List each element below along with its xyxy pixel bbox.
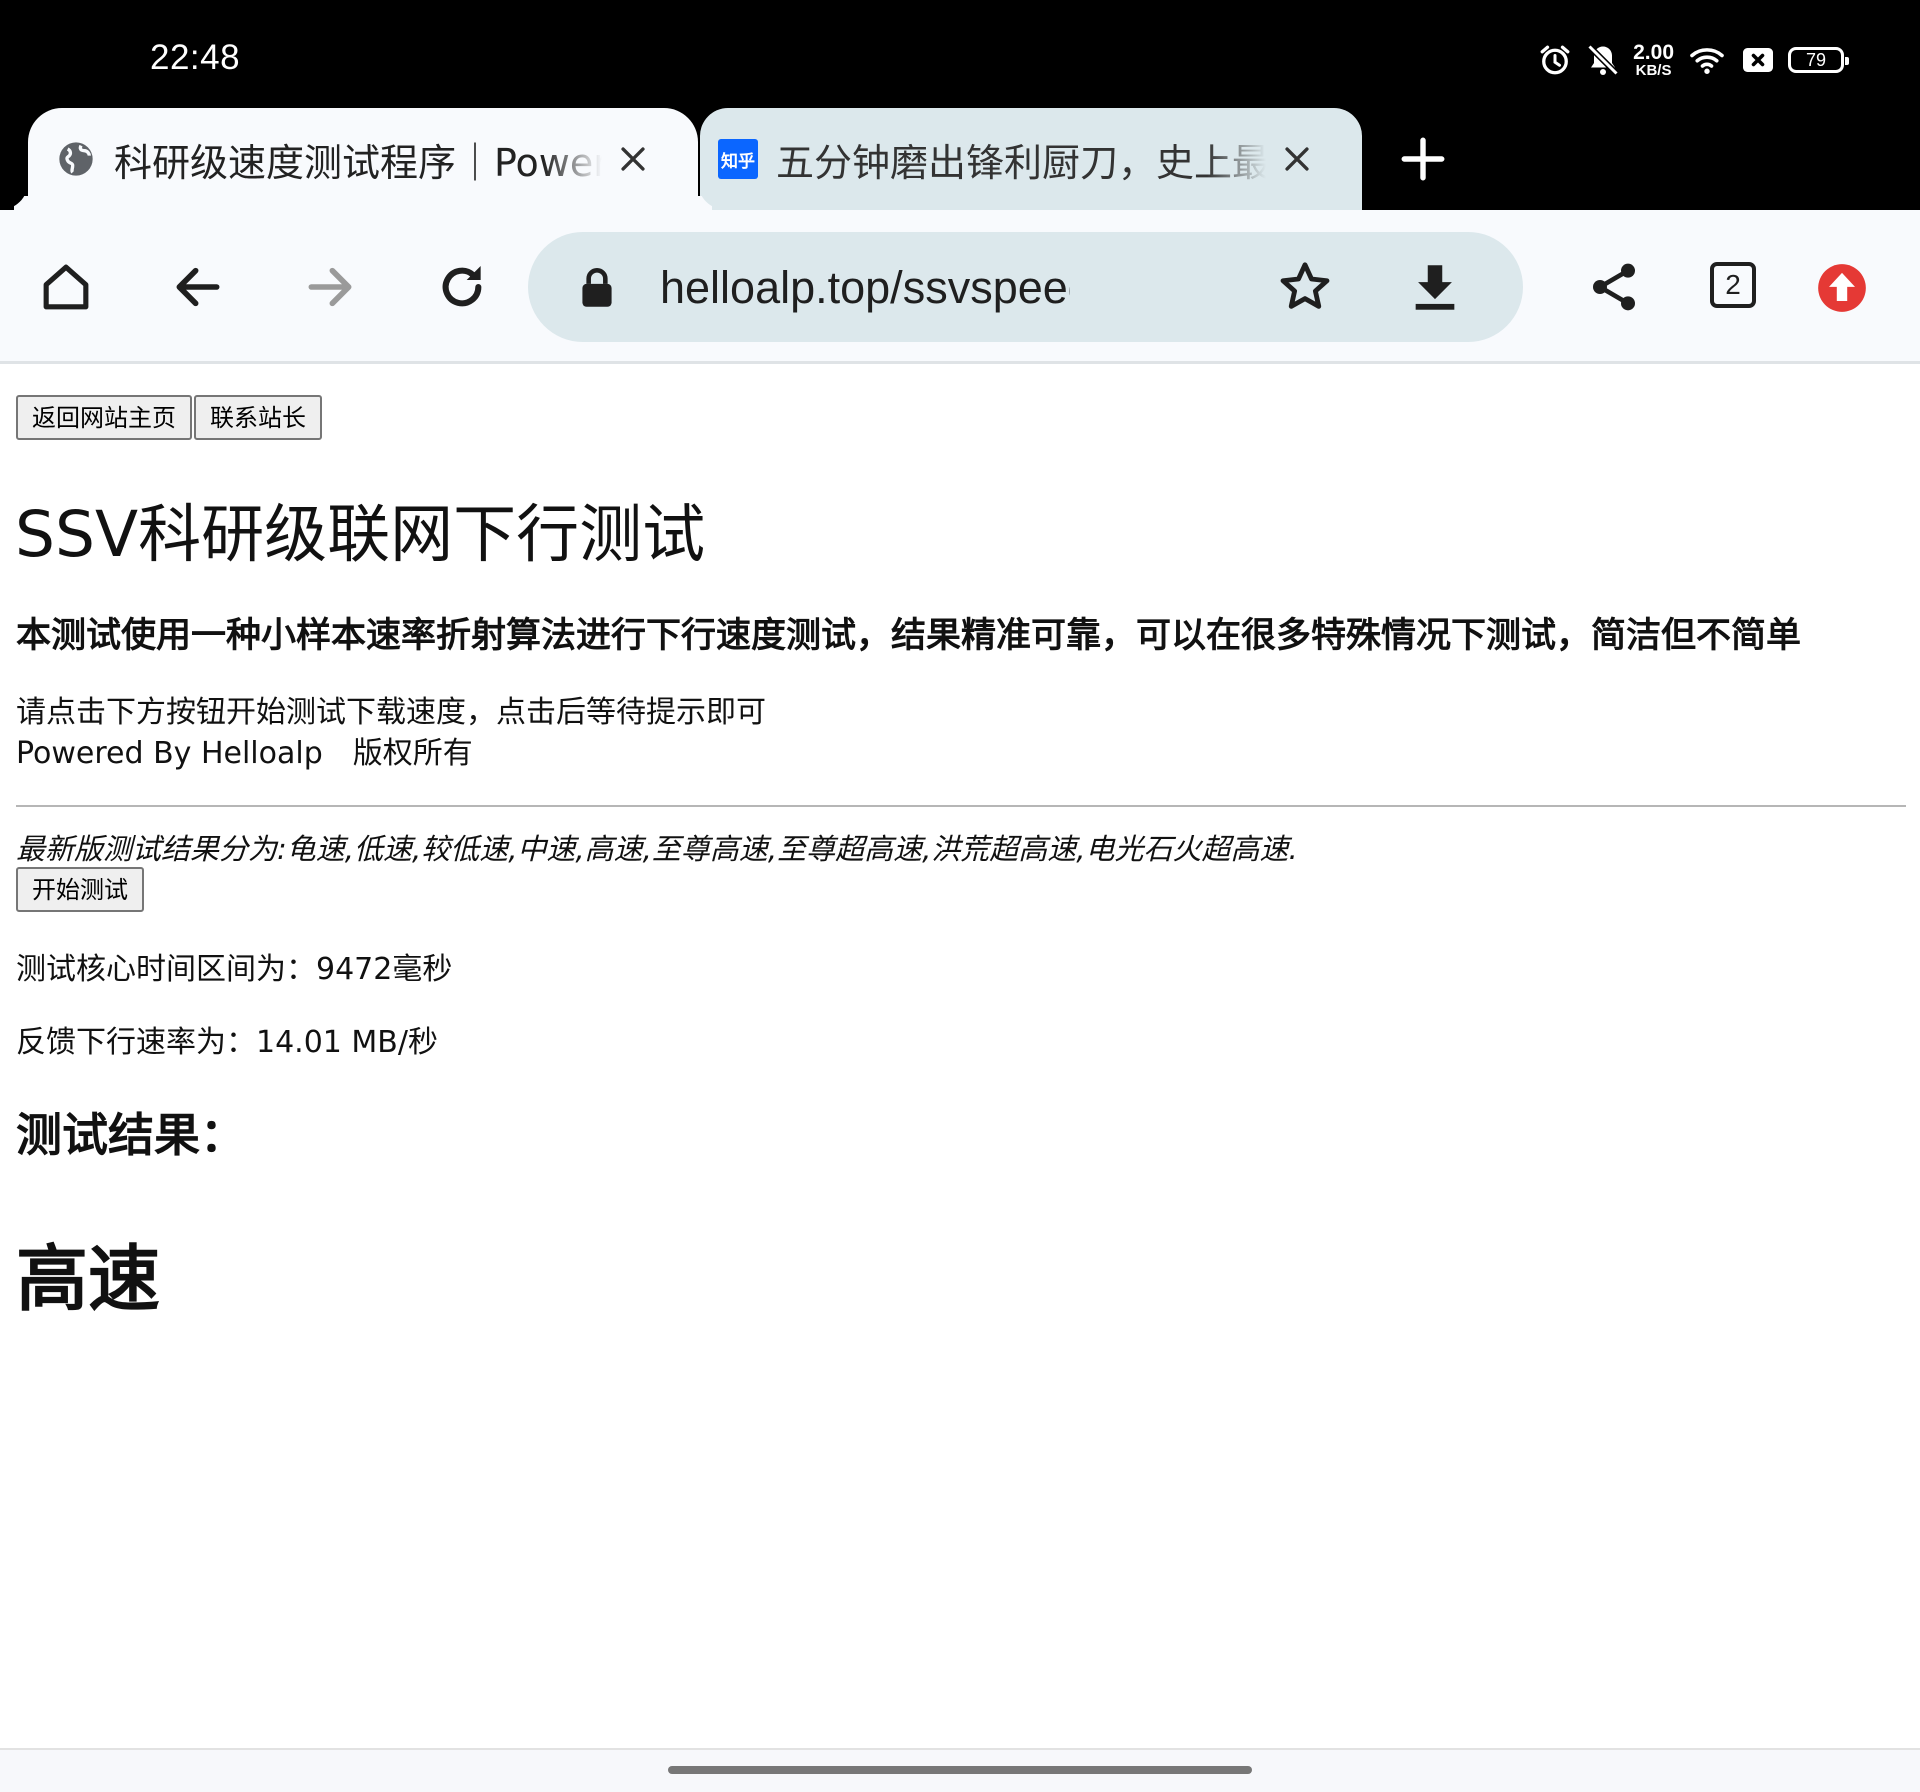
sim-disabled-icon xyxy=(1743,48,1773,72)
intro-text: 本测试使用一种小样本速率折射算法进行下行速度测试，结果精准可靠，可以在很多特殊情… xyxy=(16,616,1802,656)
contact-admin-button[interactable]: 联系站长 xyxy=(194,395,322,440)
globe-icon xyxy=(59,142,93,176)
status-time: 22:48 xyxy=(150,38,241,77)
close-icon[interactable] xyxy=(1280,142,1314,176)
nav-button-row: 返回网站主页 联系站长 xyxy=(16,395,322,440)
download-speed-text: 反馈下行速率为：14.01 MB/秒 xyxy=(16,1025,438,1060)
home-icon[interactable] xyxy=(38,259,94,315)
tab-zhihu[interactable]: 知乎 五分钟磨出锋利厨刀，史上最全磨刀指南 xyxy=(700,108,1362,210)
browser-toolbar: helloalp.top/ssvspeedtest.html 2 xyxy=(0,210,1920,364)
network-speed-value: 2.00 xyxy=(1633,41,1674,64)
start-test-button[interactable]: 开始测试 xyxy=(16,867,144,912)
status-icons: 2.00 KB/S 79 xyxy=(1537,40,1849,80)
address-bar[interactable]: helloalp.top/ssvspeedtest.html xyxy=(528,232,1523,342)
network-speed-unit: KB/S xyxy=(1635,62,1672,79)
update-available-icon[interactable] xyxy=(1816,262,1868,314)
wifi-icon xyxy=(1690,48,1724,74)
result-label: 测试结果： xyxy=(16,1108,246,1162)
network-speed: 2.00 KB/S xyxy=(1633,42,1674,78)
instruction-block: 请点击下方按钮开始测试下载速度，点击后等待提示即可 Powered By Hel… xyxy=(16,692,766,774)
navigation-area xyxy=(0,1748,1920,1792)
result-value: 高速 xyxy=(16,1237,161,1321)
bookmark-star-icon[interactable] xyxy=(1276,258,1334,316)
alarm-icon xyxy=(1540,45,1570,75)
close-icon[interactable] xyxy=(616,142,650,176)
tab-count-label: 2 xyxy=(1725,269,1741,300)
status-bar: 22:48 2.00 KB/S 79 xyxy=(0,0,1920,108)
tab-switcher-button[interactable]: 2 xyxy=(1710,262,1756,308)
result-levels-text: 最新版测试结果分为:龟速,低速,较低速,中速,高速,至尊高速,至尊超高速,洪荒超… xyxy=(16,832,1298,866)
instruction-text: 请点击下方按钮开始测试下载速度，点击后等待提示即可 xyxy=(16,695,766,730)
battery-icon: 79 xyxy=(1788,47,1849,73)
download-icon[interactable] xyxy=(1406,258,1464,316)
tab-title: 科研级速度测试程序｜Powered By Helloalp xyxy=(114,140,602,185)
zhihu-icon: 知乎 xyxy=(718,139,758,179)
share-icon[interactable] xyxy=(1586,259,1642,315)
powered-by-text: Powered By Helloalp 版权所有 xyxy=(16,736,473,771)
web-page-content: 返回网站主页 联系站长 SSV科研级联网下行测试 本测试使用一种小样本速率折射算… xyxy=(0,364,1920,1748)
home-page-button[interactable]: 返回网站主页 xyxy=(16,395,192,440)
url-text[interactable]: helloalp.top/ssvspeedtest.html xyxy=(660,260,1070,316)
page-title: SSV科研级联网下行测试 xyxy=(15,498,706,571)
core-time-text: 测试核心时间区间为：9472毫秒 xyxy=(16,952,453,987)
tab-strip: 科研级速度测试程序｜Powered By Helloalp 知乎 五分钟磨出锋利… xyxy=(0,108,1920,210)
new-tab-plus-icon[interactable] xyxy=(1398,134,1448,184)
muted-bell-icon xyxy=(1587,44,1619,76)
gesture-handle[interactable] xyxy=(668,1766,1252,1774)
reload-icon[interactable] xyxy=(434,259,490,315)
divider xyxy=(16,805,1906,807)
tab-speedtest[interactable]: 科研级速度测试程序｜Powered By Helloalp xyxy=(28,108,698,210)
lock-icon[interactable] xyxy=(572,262,622,312)
back-arrow-icon[interactable] xyxy=(170,259,226,315)
forward-arrow-icon[interactable] xyxy=(302,259,358,315)
battery-level: 79 xyxy=(1805,49,1827,70)
tab-title: 五分钟磨出锋利厨刀，史上最全磨刀指南 xyxy=(776,140,1266,185)
